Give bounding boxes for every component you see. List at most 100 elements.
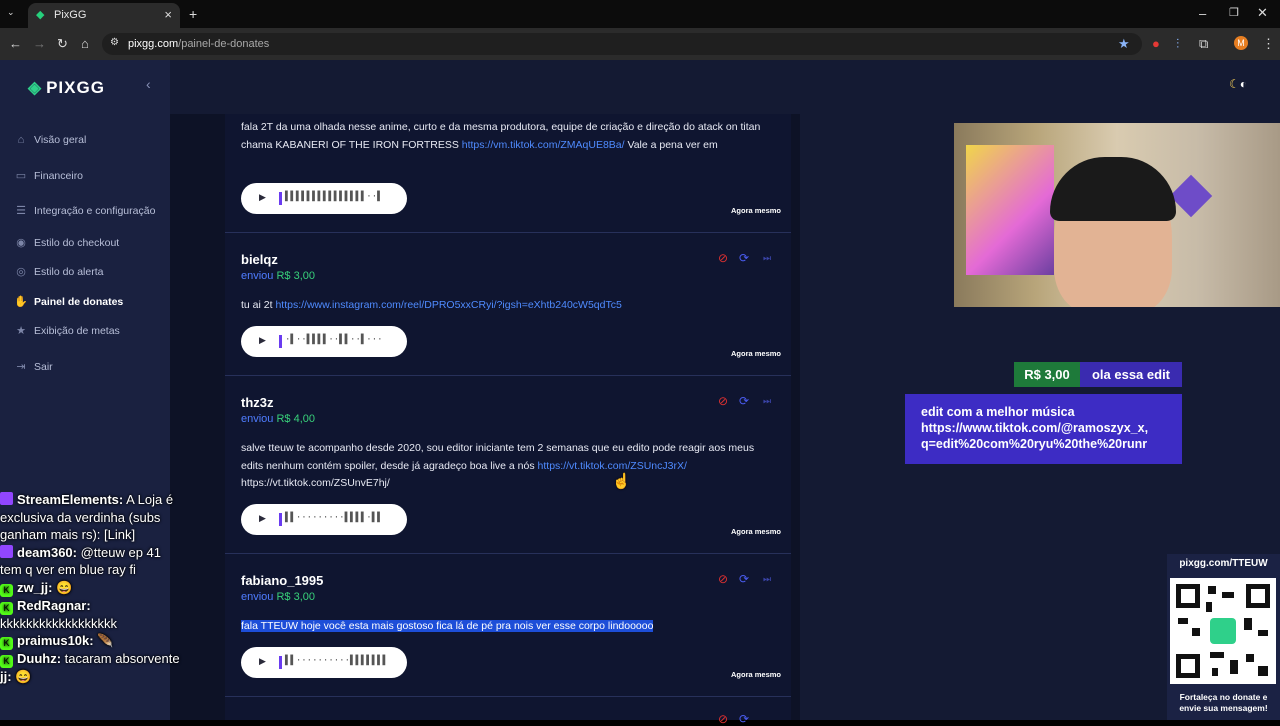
brand-logo[interactable]: ◈ PIXGG: [28, 78, 105, 98]
extensions-puzzle-icon[interactable]: ⧉: [1199, 36, 1208, 52]
sidebar-item-exibicao-metas[interactable]: ★ Exibição de metas: [14, 324, 120, 337]
sidebar-item-integracao[interactable]: ☰ Integração e configuração: [14, 204, 155, 217]
chat-message: K RedRagnar: kkkkkkkkkkkkkkkkkk: [0, 597, 186, 633]
message-link[interactable]: https://www.instagram.com/reel/DPRO5xxCR…: [275, 299, 621, 311]
play-icon[interactable]: ▶: [259, 656, 266, 667]
skip-icon[interactable]: ⏭: [763, 396, 771, 407]
tab-search-icon[interactable]: ⌄: [7, 7, 15, 18]
donation-amount: R$ 3,00: [276, 270, 316, 282]
message-text: Vale a pena ver em: [624, 138, 718, 151]
audio-player[interactable]: ▶ ▌▌▌▌▌▌▌▌▌▌▌▌▌▌▌··▌: [241, 183, 407, 214]
audio-player[interactable]: ▶ ·▌··▌▌▌▌··▌▌··▌···: [241, 326, 407, 357]
twitch-icon: [0, 492, 13, 505]
sidebar-item-label: Painel de donates: [34, 296, 124, 308]
sent-label: enviou: [241, 591, 274, 603]
chat-message: StreamElements: A Loja é exclusiva da ve…: [0, 491, 186, 544]
playhead[interactable]: [279, 335, 282, 348]
new-tab-icon[interactable]: +: [189, 6, 197, 22]
sidebar-item-visao-geral[interactable]: ⌂ Visão geral: [14, 134, 87, 146]
qr-module: [1246, 654, 1254, 662]
address-bar[interactable]: ⚙ pixgg.com/painel-de-donates: [102, 33, 1142, 55]
minimize-icon[interactable]: –: [1199, 6, 1206, 21]
chat-message: jj: 😄: [0, 668, 186, 686]
sidebar-item-painel-donates[interactable]: ✋ Painel de donates: [14, 295, 123, 308]
play-icon[interactable]: ▶: [259, 335, 266, 346]
sidebar-item-label: Financeiro: [34, 170, 84, 182]
theme-toggle-icon[interactable]: ☾◐: [1229, 77, 1259, 93]
sidebar-item-sair[interactable]: ⇥ Sair: [14, 360, 52, 373]
divider: [225, 553, 791, 554]
sidebar-item-financeiro[interactable]: ▭ Financeiro: [14, 169, 83, 182]
qr-module: [1210, 652, 1224, 658]
restore-icon[interactable]: ❐: [1229, 6, 1239, 19]
block-icon[interactable]: ⊘: [718, 572, 728, 586]
home-icon: ⌂: [17, 134, 25, 146]
sidebar-item-estilo-alerta[interactable]: ◎ Estilo do alerta: [14, 265, 103, 278]
playhead[interactable]: [279, 656, 282, 669]
home-icon[interactable]: ⌂: [81, 36, 89, 51]
chat-user: Duuhz:: [17, 651, 62, 666]
chat-text: tacaram absorvente: [61, 651, 180, 666]
brand-name: PIXGG: [46, 78, 105, 97]
message-link[interactable]: https://vm.tiktok.com/ZMAqUE8Ba/: [462, 139, 625, 151]
sent-label: enviou: [241, 413, 274, 425]
mouse-cursor-icon: ☝: [612, 473, 631, 490]
audio-player[interactable]: ▶ ▌▌··········▌▌▌▌▌▌▌: [241, 647, 407, 678]
sidebar-item-label: Exibição de metas: [34, 325, 120, 337]
playhead[interactable]: [279, 192, 282, 205]
qr-code: [1170, 578, 1276, 684]
alert-line: edit com a melhor música: [921, 405, 1075, 419]
sidebar-item-estilo-checkout[interactable]: ◉ Estilo do checkout: [14, 236, 119, 249]
chat-message: deam360: @tteuw ep 41 tem q ver em blue …: [0, 544, 186, 579]
qr-module: [1258, 666, 1268, 676]
chat-user: StreamElements:: [17, 492, 124, 507]
replay-icon[interactable]: ⟳: [739, 251, 749, 265]
close-window-icon[interactable]: ✕: [1257, 5, 1268, 21]
extension-icon[interactable]: ●: [1152, 36, 1160, 51]
bookmark-star-icon[interactable]: ★: [1118, 36, 1130, 52]
donation-message: fala TTEUW hoje você esta mais gostoso f…: [241, 618, 779, 636]
donation-amount-line: enviou R$ 4,00: [241, 413, 315, 425]
donation-time: Agora mesmo: [731, 670, 782, 679]
donation-message: fala 2T da uma olhada nesse anime, curto…: [241, 119, 779, 154]
browser-tab[interactable]: ◆ PixGG ×: [28, 3, 180, 28]
audio-extension-icon[interactable]: ⫶: [1176, 36, 1179, 52]
donation-amount-line: enviou R$ 3,00: [241, 270, 315, 282]
sidebar-item-label: Estilo do checkout: [34, 237, 120, 249]
block-icon[interactable]: ⊘: [718, 394, 728, 408]
replay-icon[interactable]: ⟳: [739, 712, 749, 726]
qr-module: [1206, 602, 1212, 612]
kick-icon: K: [0, 637, 13, 650]
pixgg-logo-icon: ◈: [28, 78, 43, 97]
audio-player[interactable]: ▶ ▌▌·········▌▌▌▌·▌▌: [241, 504, 407, 535]
message-link[interactable]: https://vt.tiktok.com/ZSUncJ3rX/: [538, 460, 687, 472]
qr-module: [1208, 586, 1216, 594]
forward-icon[interactable]: →: [33, 36, 46, 51]
skip-icon[interactable]: ⏭: [763, 574, 771, 585]
play-icon[interactable]: ▶: [259, 192, 266, 203]
block-icon[interactable]: ⊘: [718, 251, 728, 265]
close-tab-icon[interactable]: ×: [164, 7, 172, 22]
back-icon[interactable]: ←: [9, 36, 22, 51]
kick-icon: K: [0, 583, 13, 597]
menu-dots-icon[interactable]: ⋮: [1262, 36, 1275, 52]
skip-icon[interactable]: ⏭: [763, 253, 771, 264]
waveform: ▌▌·········▌▌▌▌·▌▌: [285, 513, 383, 523]
play-icon[interactable]: ▶: [259, 513, 266, 524]
playhead[interactable]: [279, 513, 282, 526]
chat-text: 😄: [11, 669, 32, 684]
pixgg-logo-icon: [1210, 618, 1236, 644]
replay-icon[interactable]: ⟳: [739, 394, 749, 408]
settings-icon: ☰: [16, 205, 26, 217]
profile-avatar[interactable]: M: [1234, 36, 1248, 50]
chat-user: jj:: [0, 669, 12, 684]
block-icon[interactable]: ⊘: [718, 712, 728, 726]
webcam-feed: [954, 123, 1280, 307]
selected-message-text: fala TTEUW hoje você esta mais gostoso f…: [241, 620, 654, 632]
site-info-icon[interactable]: ⚙: [110, 37, 119, 48]
chat-message: K Duuhz: tacaram absorvente: [0, 650, 186, 668]
donation-time: Agora mesmo: [731, 349, 782, 358]
reload-icon[interactable]: ↻: [57, 36, 68, 52]
collapse-sidebar-icon[interactable]: ‹: [146, 76, 151, 92]
replay-icon[interactable]: ⟳: [739, 572, 749, 586]
